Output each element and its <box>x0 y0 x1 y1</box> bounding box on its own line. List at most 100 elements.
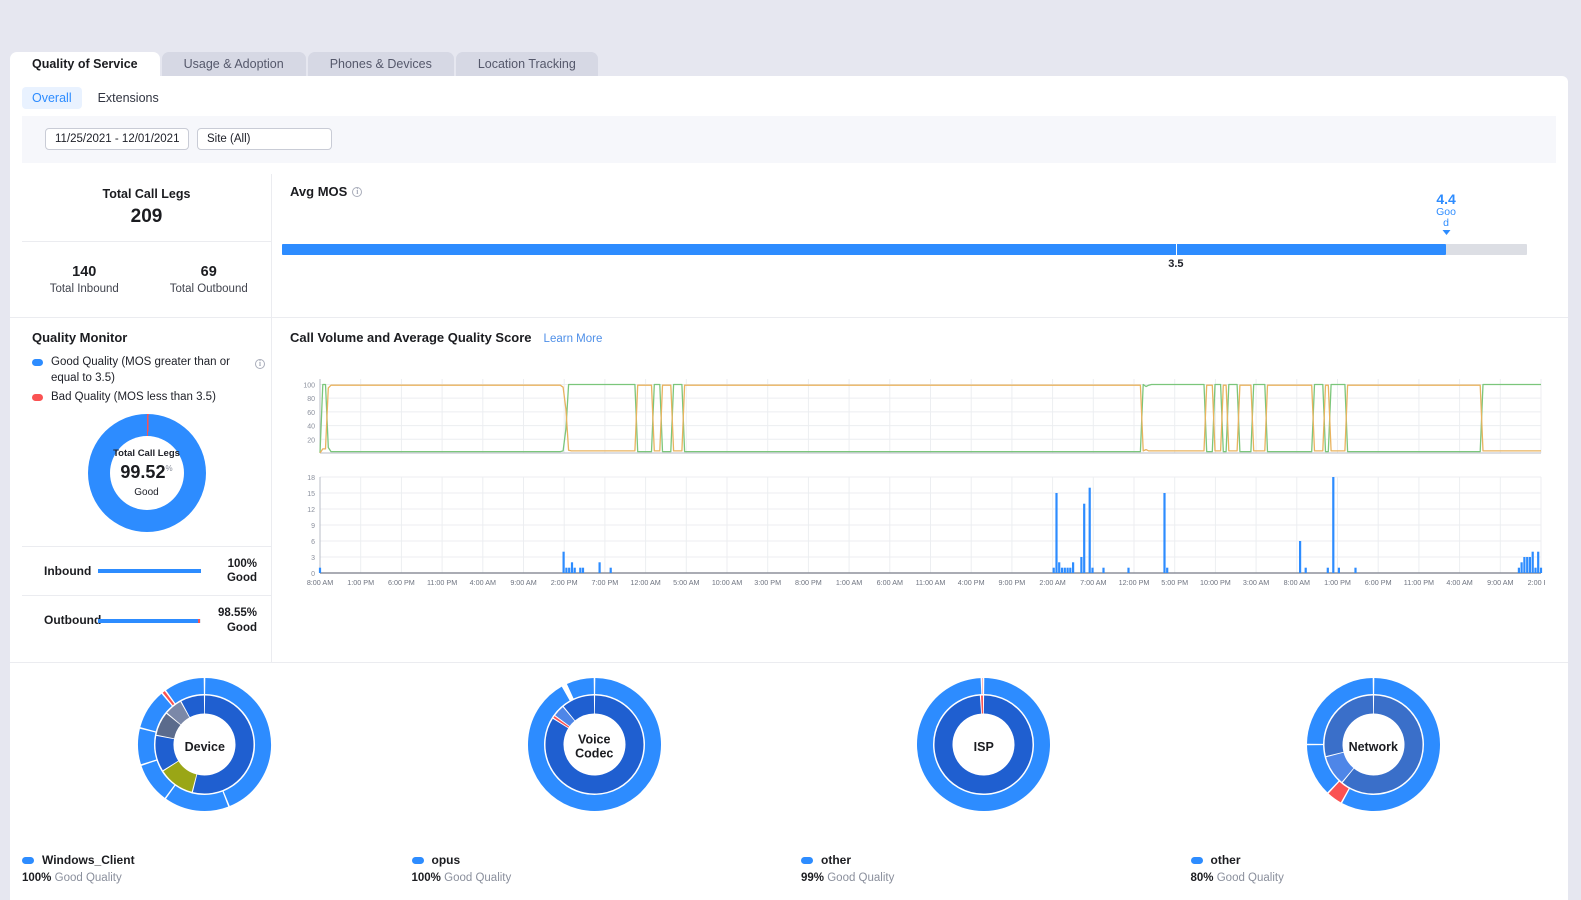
quality-score-line-chart: 20406080100 <box>290 373 1545 463</box>
call-volume-card: Call Volume and Average Quality Score Le… <box>272 318 1568 662</box>
total-outbound-stat: 69 Total Outbound <box>147 264 272 295</box>
svg-text:3: 3 <box>311 555 315 562</box>
avg-mos-gauge-fill <box>282 244 1446 255</box>
breakdown-card-network: Network other 80% Good Quality <box>1179 663 1569 900</box>
legend-quality-text: Good Quality <box>1217 872 1284 884</box>
svg-text:4:00 AM: 4:00 AM <box>470 578 496 587</box>
rate-fill <box>98 619 200 623</box>
tab-location-tracking[interactable]: Location Tracking <box>456 52 598 76</box>
tab-label: Phones & Devices <box>330 57 432 71</box>
avg-mos-title: Avg MOS <box>290 184 347 199</box>
svg-text:100: 100 <box>303 382 315 389</box>
svg-text:12:00 PM: 12:00 PM <box>1119 578 1150 587</box>
breakdown-card-isp: ISP other 99% Good Quality <box>789 663 1179 900</box>
direction-rate-list: Inbound 100% Good Outbound 98.55% Good <box>22 546 271 646</box>
avg-mos-header: Avg MOS i <box>290 184 1528 199</box>
rate-value: 98.55% Good <box>209 606 257 635</box>
svg-text:5:00 PM: 5:00 PM <box>1161 578 1188 587</box>
svg-text:9:00 AM: 9:00 AM <box>510 578 536 587</box>
breakdown-legend: other 99% Good Quality <box>801 853 894 884</box>
svg-text:60: 60 <box>307 410 315 417</box>
donut-center-status: Good <box>113 487 180 498</box>
legend-percent: 80% <box>1191 872 1214 884</box>
bad-quality-dot-icon <box>32 394 43 401</box>
charts-plot-area: 20406080100 03691215188:00 AM1:00 PM6:00… <box>290 373 1545 601</box>
info-icon[interactable]: i <box>255 359 265 369</box>
legend-top-row: other <box>801 853 894 867</box>
info-icon[interactable]: i <box>352 187 362 197</box>
quality-monitor-title: Quality Monitor <box>22 330 271 345</box>
learn-more-link[interactable]: Learn More <box>544 333 603 345</box>
svg-text:4:00 PM: 4:00 PM <box>958 578 985 587</box>
tab-label: Usage & Adoption <box>184 57 284 71</box>
rate-track <box>98 619 201 623</box>
series-dot-icon <box>22 857 34 864</box>
rate-bad-marker <box>198 619 200 623</box>
rate-label: Inbound <box>44 564 90 578</box>
svg-text:8:00 PM: 8:00 PM <box>795 578 822 587</box>
call-volume-bar-chart: 03691215188:00 AM1:00 PM6:00 PM11:00 PM4… <box>290 471 1545 601</box>
legend-percent: 99% <box>801 872 824 884</box>
summary-row: Total Call Legs 209 140 Total Inbound 69… <box>10 174 1568 318</box>
filter-bar: 11/25/2021 - 12/01/2021 Site (All) <box>22 116 1556 163</box>
svg-text:12:00 AM: 12:00 AM <box>630 578 660 587</box>
legend-bottom-row: 80% Good Quality <box>1191 872 1284 884</box>
svg-text:3:00 PM: 3:00 PM <box>754 578 781 587</box>
legend-percent: 100% <box>22 872 51 884</box>
svg-text:9:00 AM: 9:00 AM <box>1487 578 1513 587</box>
donut-center-value: 99.52% <box>113 462 180 483</box>
legend-item-good: Good Quality (MOS greater than or equal … <box>32 355 263 386</box>
breakdown-legend: other 80% Good Quality <box>1191 853 1284 884</box>
page-panel: Overall Extensions 11/25/2021 - 12/01/20… <box>10 76 1568 900</box>
site-select[interactable]: Site (All) <box>197 128 332 150</box>
legend-label: Good Quality (MOS greater than or equal … <box>51 355 243 386</box>
series-dot-icon <box>412 857 424 864</box>
legend-bottom-row: 99% Good Quality <box>801 872 894 884</box>
legend-label: other <box>821 853 851 867</box>
quality-legend: Good Quality (MOS greater than or equal … <box>22 345 271 406</box>
svg-text:1:00 PM: 1:00 PM <box>347 578 374 587</box>
svg-text:2:00 PM: 2:00 PM <box>1528 578 1545 587</box>
svg-text:7:00 PM: 7:00 PM <box>592 578 619 587</box>
total-inbound-value: 140 <box>72 264 96 280</box>
dashboard-root: Quality of Service Usage & Adoption Phon… <box>0 0 1581 900</box>
rate-row-outbound: Outbound 98.55% Good <box>22 596 271 645</box>
series-dot-icon <box>801 857 813 864</box>
total-call-legs-main: Total Call Legs 209 <box>22 174 271 242</box>
svg-text:20: 20 <box>307 437 315 444</box>
svg-text:6:00 AM: 6:00 AM <box>877 578 903 587</box>
monitor-and-charts-row: Quality Monitor Good Quality (MOS greate… <box>10 318 1568 663</box>
tab-phones-devices[interactable]: Phones & Devices <box>308 52 454 76</box>
svg-text:1:00 PM: 1:00 PM <box>1324 578 1351 587</box>
legend-label: other <box>1211 853 1241 867</box>
svg-text:8:00 AM: 8:00 AM <box>1284 578 1310 587</box>
svg-text:9: 9 <box>311 523 315 530</box>
total-inbound-stat: 140 Total Inbound <box>22 264 147 295</box>
legend-quality-text: Good Quality <box>444 872 511 884</box>
svg-text:11:00 PM: 11:00 PM <box>427 578 457 587</box>
svg-text:12: 12 <box>307 507 315 514</box>
legend-bottom-row: 100% Good Quality <box>22 872 135 884</box>
svg-text:1:00 AM: 1:00 AM <box>836 578 862 587</box>
donut-value-unit: % <box>165 464 172 473</box>
tab-quality-of-service[interactable]: Quality of Service <box>10 52 160 76</box>
date-range-picker[interactable]: 11/25/2021 - 12/01/2021 <box>45 128 189 150</box>
total-call-legs-card: Total Call Legs 209 140 Total Inbound 69… <box>22 174 272 317</box>
subtab-extensions[interactable]: Extensions <box>88 87 169 109</box>
legend-label: opus <box>432 853 461 867</box>
total-inbound-label: Total Inbound <box>50 283 119 295</box>
inbound-outbound-split: 140 Total Inbound 69 Total Outbound <box>22 242 271 317</box>
avg-mos-marker: 4.4 Good <box>1436 192 1457 235</box>
tab-label: Quality of Service <box>32 57 138 71</box>
svg-text:2:00 AM: 2:00 AM <box>1039 578 1065 587</box>
legend-quality-text: Good Quality <box>827 872 894 884</box>
avg-mos-gauge: 3.5 4.4 Good <box>282 244 1527 255</box>
svg-text:0: 0 <box>311 571 315 578</box>
subtab-overall[interactable]: Overall <box>22 87 82 109</box>
svg-text:7:00 AM: 7:00 AM <box>1080 578 1106 587</box>
legend-top-row: opus <box>412 853 512 867</box>
tab-usage-adoption[interactable]: Usage & Adoption <box>162 52 306 76</box>
avg-mos-value: 4.4 <box>1436 192 1457 207</box>
quality-donut-chart: Total Call Legs 99.52% Good <box>88 414 206 532</box>
rate-row-inbound: Inbound 100% Good <box>22 547 271 597</box>
